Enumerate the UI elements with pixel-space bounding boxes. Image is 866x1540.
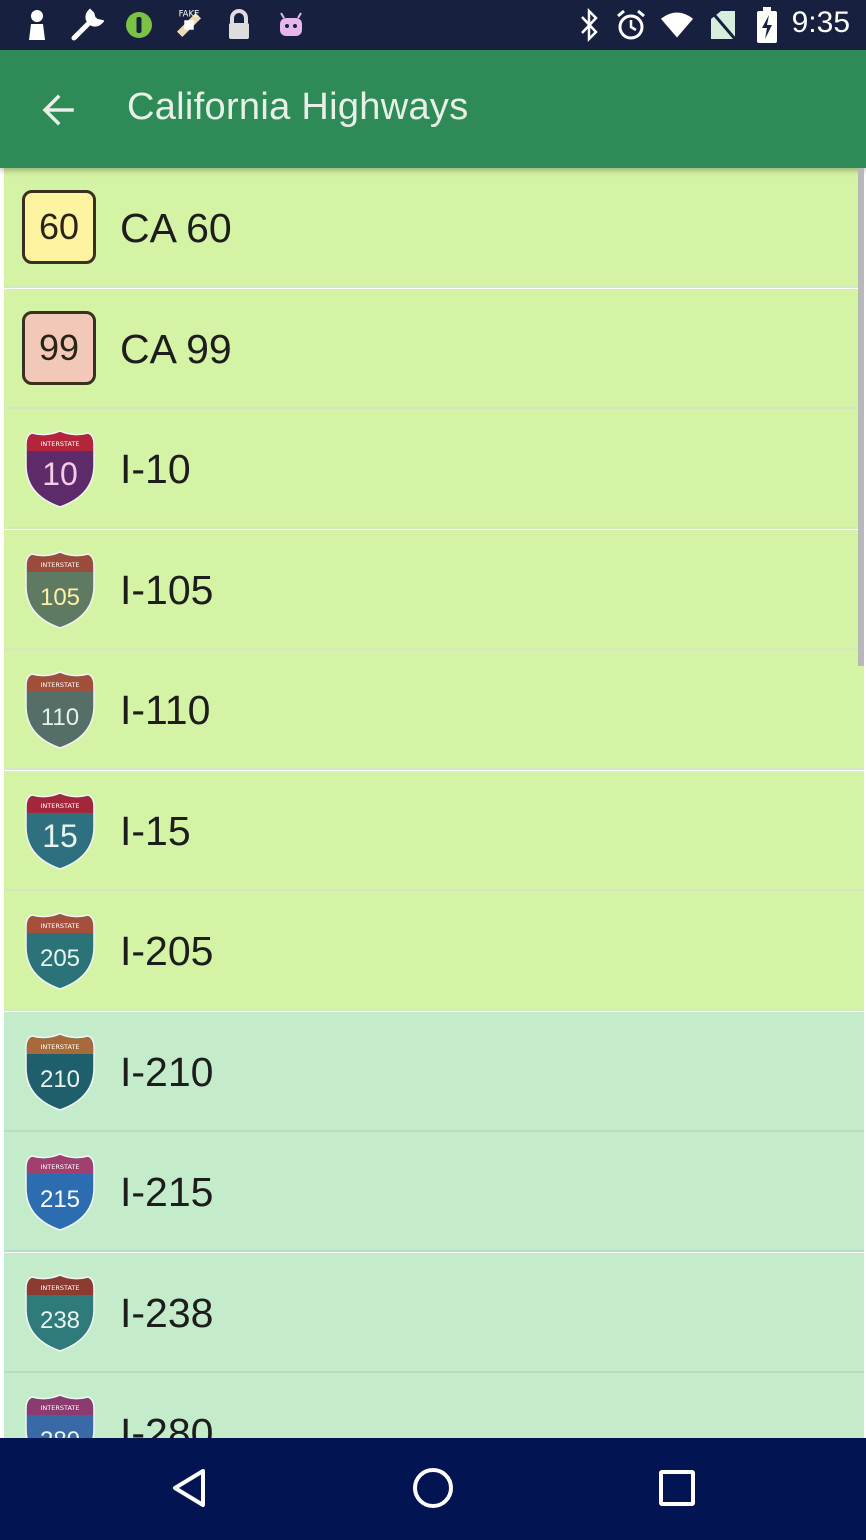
app-bar: California Highways: [0, 50, 866, 168]
highway-list-item[interactable]: 99 CA 99: [4, 288, 864, 409]
highway-list-item[interactable]: INTERSTATE 238 I-238: [4, 1252, 864, 1373]
highway-name: I-280: [120, 1410, 214, 1438]
shield-number: 215: [40, 1186, 80, 1213]
shield-banner-text: INTERSTATE: [41, 802, 80, 810]
highway-list-item[interactable]: INTERSTATE 280 I-280: [4, 1373, 864, 1438]
interstate-shield-icon: INTERSTATE 215: [25, 1153, 95, 1231]
shield-banner-text: INTERSTATE: [41, 561, 80, 569]
highway-list[interactable]: 60 CA 60 99 CA 99 INTERSTATE 10 I-10 INTERSTATE…: [0, 168, 866, 1438]
app-title: California Highways: [127, 86, 469, 128]
shield-number: 15: [42, 818, 78, 854]
back-button[interactable]: [28, 80, 88, 140]
highway-list-item[interactable]: INTERSTATE 15 I-15: [4, 770, 864, 891]
interstate-shield-icon: INTERSTATE 10: [25, 430, 95, 508]
highway-name: CA 99: [120, 325, 232, 372]
shield-banner-text: INTERSTATE: [41, 1284, 80, 1292]
nav-recents-button[interactable]: [647, 1458, 707, 1518]
shield-number: 10: [42, 456, 78, 492]
svg-text:FAKE: FAKE: [179, 10, 200, 20]
arrow-left-icon: [42, 94, 74, 126]
nav-home-button[interactable]: [403, 1458, 463, 1518]
highway-list-item[interactable]: INTERSTATE 205 I-205: [4, 891, 864, 1011]
shield-banner-text: INTERSTATE: [41, 681, 80, 689]
highway-name: I-105: [120, 566, 214, 613]
shield-number: 110: [41, 704, 79, 731]
info-icon: [122, 8, 156, 42]
shield-number: 238: [40, 1307, 80, 1334]
bluetooth-icon: [572, 8, 606, 42]
state-route-sign-icon: 99: [22, 310, 96, 385]
wifi-icon: [660, 8, 694, 42]
shield-banner-text: INTERSTATE: [41, 1043, 80, 1051]
lock-icon: [222, 8, 256, 42]
status-bar: FAKE 9:35: [0, 0, 866, 50]
interstate-shield-icon: INTERSTATE 280: [25, 1394, 95, 1438]
highway-list-item[interactable]: INTERSTATE 210 I-210: [4, 1011, 864, 1132]
nav-back-triangle-icon: [173, 1469, 205, 1507]
alarm-icon: [614, 8, 648, 42]
highway-name: I-210: [120, 1048, 214, 1095]
shield-number: 105: [40, 584, 80, 611]
shield-number: 205: [40, 945, 80, 972]
nav-back-button[interactable]: [160, 1458, 220, 1518]
highway-list-item[interactable]: INTERSTATE 215 I-215: [4, 1132, 864, 1252]
interstate-shield-icon: INTERSTATE 205: [25, 912, 95, 990]
navigation-bar: [0, 1438, 866, 1540]
status-clock: 9:35: [791, 6, 850, 39]
interstate-shield-icon: INTERSTATE 238: [25, 1273, 95, 1352]
state-route-sign-icon: 60: [22, 190, 96, 264]
scrollbar-thumb[interactable]: [858, 168, 864, 666]
no-sim-icon: [706, 8, 740, 42]
nav-recents-square-icon: [659, 1470, 695, 1506]
android-icon: [274, 8, 308, 42]
battery-charging-icon: [750, 7, 784, 43]
shield-number: 280: [40, 1427, 80, 1438]
fake-gps-icon: FAKE: [172, 8, 206, 42]
shield-banner-text: INTERSTATE: [41, 922, 80, 930]
highway-list-item[interactable]: INTERSTATE 110 I-110: [4, 650, 864, 770]
interstate-shield-icon: INTERSTATE 105: [25, 550, 95, 629]
wrench-icon: [70, 8, 104, 42]
highway-list-item[interactable]: INTERSTATE 105 I-105: [4, 529, 864, 650]
highway-name: I-238: [120, 1289, 214, 1336]
highway-name: I-110: [120, 687, 211, 733]
interstate-shield-icon: INTERSTATE 110: [25, 671, 95, 749]
shield-number: 210: [40, 1066, 80, 1093]
highway-name: I-215: [120, 1169, 214, 1215]
highway-name: CA 60: [120, 205, 232, 251]
highway-name: I-205: [120, 928, 214, 974]
highway-name: I-10: [120, 446, 191, 492]
highway-list-item[interactable]: 60 CA 60: [4, 168, 864, 288]
shield-banner-text: INTERSTATE: [41, 1163, 80, 1171]
shield-banner-text: INTERSTATE: [41, 440, 80, 448]
nav-home-circle-icon: [413, 1468, 453, 1508]
interstate-shield-icon: INTERSTATE 15: [25, 791, 95, 870]
shield-banner-text: INTERSTATE: [41, 1404, 80, 1412]
highway-list-item[interactable]: INTERSTATE 10 I-10: [4, 409, 864, 529]
interstate-shield-icon: INTERSTATE 210: [25, 1032, 95, 1111]
user-notification-icon: [20, 8, 54, 42]
highway-name: I-15: [120, 807, 191, 854]
